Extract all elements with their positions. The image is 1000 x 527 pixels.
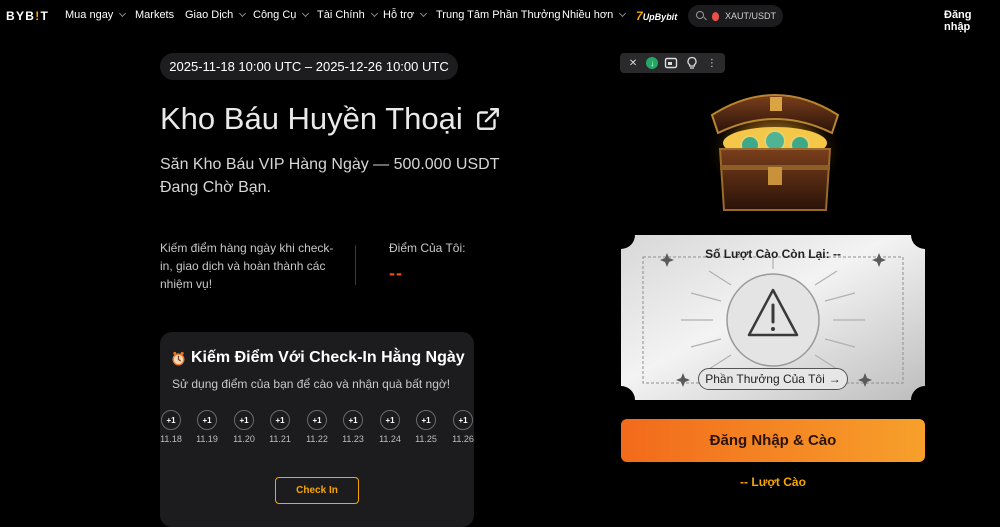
login-link[interactable]: Đăng nhập bbox=[944, 9, 1000, 33]
alarm-clock-icon bbox=[172, 351, 185, 365]
chevron-down-icon bbox=[239, 9, 247, 18]
nav-markets[interactable]: Markets bbox=[135, 9, 174, 21]
chevron-down-icon bbox=[370, 9, 378, 18]
day-date: 11.22 bbox=[306, 434, 328, 444]
nav-mua-ngay[interactable]: Mua ngay bbox=[65, 9, 127, 21]
day-bonus: +1 bbox=[270, 410, 290, 430]
checkin-title: Kiếm Điểm Với Check-In Hằng Ngày bbox=[172, 349, 465, 367]
day-bonus: +1 bbox=[197, 410, 217, 430]
check-in-button[interactable]: Check In bbox=[275, 477, 359, 504]
checkin-day: +1 11.22 bbox=[302, 410, 332, 444]
day-date: 11.23 bbox=[342, 434, 364, 444]
arrow-right-icon: → bbox=[828, 372, 841, 386]
day-bonus: +1 bbox=[307, 410, 327, 430]
checkin-day: +1 11.25 bbox=[411, 410, 441, 444]
day-date: 11.24 bbox=[379, 434, 401, 444]
checkin-day: +1 11.23 bbox=[338, 410, 368, 444]
search-icon bbox=[696, 11, 706, 21]
nav-rewards-hub[interactable]: Trung Tâm Phần Thưởng bbox=[436, 9, 560, 21]
checkin-days: +1 11.18 +1 11.19 +1 11.20 +1 11.21 +1 11.22 … bbox=[160, 410, 474, 450]
chevron-down-icon bbox=[302, 9, 310, 18]
chevron-down-icon bbox=[619, 9, 627, 18]
chevron-down-icon bbox=[119, 9, 127, 18]
more-icon[interactable]: ⋮ bbox=[705, 56, 719, 70]
upbybit-logo[interactable]: 7UpBybit bbox=[636, 9, 677, 23]
day-date: 11.21 bbox=[269, 434, 291, 444]
search-input[interactable]: XAUT/USDT bbox=[688, 5, 783, 27]
day-date: 11.18 bbox=[160, 434, 182, 444]
my-points-value: -- bbox=[389, 263, 403, 283]
day-bonus: +1 bbox=[161, 410, 181, 430]
nav-cong-cu[interactable]: Công Cụ bbox=[253, 9, 310, 21]
scratch-turns-link[interactable]: -- Lượt Cào bbox=[621, 475, 925, 489]
bybit-logo[interactable]: BYB!T bbox=[6, 9, 49, 23]
nav-tai-chinh[interactable]: Tài Chính bbox=[317, 9, 378, 21]
checkin-title-text: Kiếm Điểm Với Check-In Hằng Ngày bbox=[191, 349, 465, 366]
nav-more[interactable]: Nhiều hơn bbox=[562, 9, 627, 21]
divider bbox=[355, 245, 356, 285]
my-points-label: Điểm Của Tôi: bbox=[389, 241, 466, 255]
checkin-day: +1 11.18 bbox=[156, 410, 186, 444]
day-bonus: +1 bbox=[380, 410, 400, 430]
event-subtitle: Săn Kho Báu VIP Hàng Ngày — 500.000 USDT… bbox=[160, 156, 500, 196]
chevron-down-icon bbox=[420, 9, 428, 18]
screenshot-icon[interactable] bbox=[664, 56, 678, 70]
day-date: 11.26 bbox=[452, 434, 474, 444]
checkin-day: +1 11.19 bbox=[192, 410, 222, 444]
lightbulb-icon[interactable] bbox=[685, 56, 699, 70]
remaining-scratches: Số Lượt Cào Còn Lại: -- bbox=[705, 247, 841, 261]
close-icon[interactable]: ✕ bbox=[626, 56, 640, 70]
page-title-text: Kho Báu Huyền Thoại bbox=[160, 101, 463, 136]
checkin-day: +1 11.21 bbox=[265, 410, 295, 444]
search-placeholder: XAUT/USDT bbox=[725, 11, 777, 21]
treasure-chest-image bbox=[705, 94, 845, 211]
day-date: 11.20 bbox=[233, 434, 255, 444]
day-date: 11.19 bbox=[196, 434, 218, 444]
flame-icon bbox=[712, 11, 719, 21]
nav-giao-dich[interactable]: Giao Dịch bbox=[185, 9, 247, 21]
checkin-subtitle: Sử dụng điểm của bạn để cào và nhận quà … bbox=[172, 377, 451, 391]
day-bonus: +1 bbox=[234, 410, 254, 430]
my-rewards-label: Phần Thưởng Của Tôi bbox=[705, 372, 825, 386]
my-rewards-link[interactable]: Phần Thưởng Của Tôi → bbox=[698, 368, 848, 390]
page-title: Kho Báu Huyền Thoại bbox=[160, 101, 501, 137]
day-date: 11.25 bbox=[415, 434, 437, 444]
day-bonus: +1 bbox=[453, 410, 473, 430]
login-and-scratch-button[interactable]: Đăng Nhập & Cào bbox=[621, 419, 925, 462]
checkin-day: +1 11.26 bbox=[448, 410, 478, 444]
checkin-day: +1 11.20 bbox=[229, 410, 259, 444]
top-nav: BYB!T Mua ngay Markets Giao Dịch Công Cụ… bbox=[0, 0, 1000, 33]
checkin-day: +1 11.24 bbox=[375, 410, 405, 444]
event-date-range: 2025-11-18 10:00 UTC – 2025-12-26 10:00 … bbox=[160, 53, 458, 80]
external-link-icon[interactable] bbox=[475, 106, 501, 132]
event-description: Kiếm điểm hàng ngày khi check-in, giao d… bbox=[160, 241, 334, 291]
image-toolbar: ✕ ↓ ⋮ bbox=[620, 53, 725, 73]
nav-ho-tro[interactable]: Hỗ trợ bbox=[383, 9, 428, 21]
download-icon[interactable]: ↓ bbox=[646, 57, 659, 69]
day-bonus: +1 bbox=[343, 410, 363, 430]
checkin-card: Kiếm Điểm Với Check-In Hằng Ngày Sử dụng… bbox=[160, 332, 474, 527]
day-bonus: +1 bbox=[416, 410, 436, 430]
